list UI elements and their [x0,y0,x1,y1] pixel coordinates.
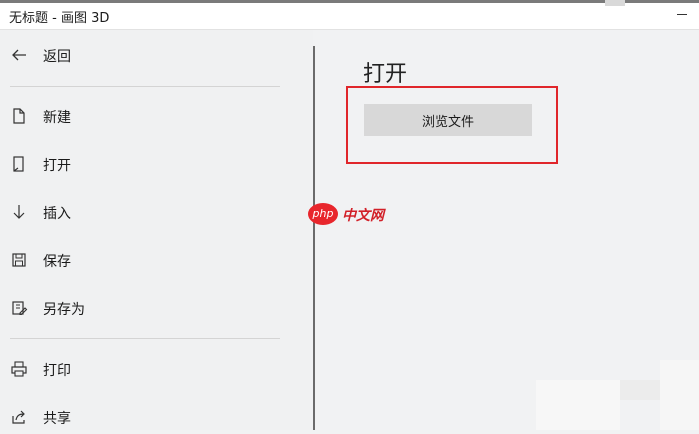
title-bar-edge-mark [605,0,625,6]
arrow-left-icon [10,46,28,64]
sidebar-item-share[interactable]: 共享 [0,400,313,434]
background-patch [536,380,620,430]
sidebar-item-label: 返回 [43,49,71,65]
sidebar-item-label: 打印 [43,363,71,379]
sidebar-item-back[interactable]: 返回 [0,38,313,72]
background-patch [620,380,660,400]
save-icon [10,251,28,269]
background-patch [660,360,699,430]
watermark-badge: php [308,203,338,225]
title-bar-top-edge [0,0,699,3]
browse-files-button[interactable]: 浏览文件 [364,104,532,136]
window-title: 无标题 - 画图 3D [9,11,110,26]
new-file-icon [10,107,28,125]
save-as-icon [10,299,28,317]
sidebar-divider [10,338,280,339]
sidebar-item-open[interactable]: 打开 [0,147,313,181]
sidebar-divider [10,86,280,87]
watermark-text: 中文网 [342,208,384,224]
sidebar-item-save[interactable]: 保存 [0,243,313,277]
title-bar: 无标题 - 画图 3D [0,0,699,30]
sidebar-item-insert[interactable]: 插入 [0,195,313,229]
minimize-button[interactable] [672,5,692,23]
sidebar-item-label: 插入 [43,206,71,222]
sidebar-item-new[interactable]: 新建 [0,99,313,133]
printer-icon [10,360,28,378]
sidebar-item-label: 保存 [43,254,71,270]
sidebar-item-label: 新建 [43,110,71,126]
sidebar-item-label: 打开 [43,158,71,174]
page-title: 打开 [363,62,408,87]
sidebar-separator [313,46,315,430]
share-icon [10,408,28,426]
open-file-icon [10,155,28,173]
arrow-down-icon [10,203,28,221]
sidebar-item-label: 共享 [43,411,71,427]
sidebar-item-save-as[interactable]: 另存为 [0,291,313,325]
sidebar-item-label: 另存为 [43,302,85,318]
sidebar-item-print[interactable]: 打印 [0,352,313,386]
